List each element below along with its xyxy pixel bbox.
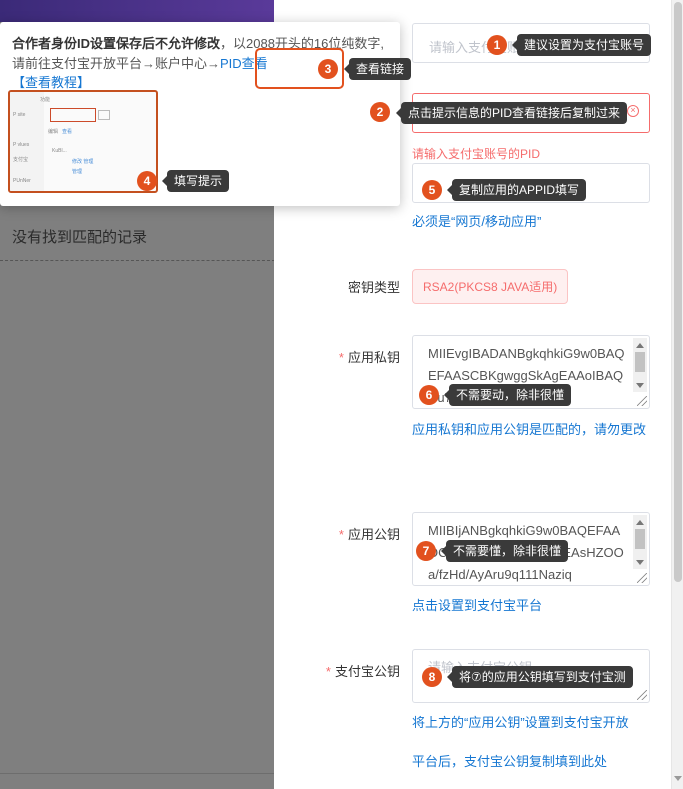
- textarea-scrollbar[interactable]: [633, 515, 647, 569]
- annotation-badge-2: 2: [370, 102, 390, 122]
- annotation-badge-3: 3: [318, 59, 338, 79]
- scroll-down-arrow-icon[interactable]: [674, 776, 682, 781]
- resize-grip-icon[interactable]: [637, 690, 647, 700]
- divider: [0, 773, 275, 774]
- annotation-badge-4: 4: [137, 171, 157, 191]
- annotation-bubble-3: 查看链接: [343, 58, 412, 80]
- drawer-scrollbar[interactable]: [671, 0, 683, 789]
- private-key-hint: 应用私钥和应用公钥是匹配的，请勿更改: [412, 422, 647, 437]
- page-header-bar: [0, 0, 275, 22]
- tutorial-link[interactable]: 【查看教程】: [12, 72, 90, 91]
- divider: [0, 260, 275, 261]
- annotation-bubble-5: 复制应用的APPID填写: [446, 179, 587, 201]
- annotation-badge-6: 6: [419, 385, 439, 405]
- error-circle-icon[interactable]: ×: [627, 105, 639, 117]
- empty-records-text: 没有找到匹配的记录: [12, 229, 148, 246]
- appid-hint: 必须是“网页/移动应用”: [412, 214, 542, 229]
- annotation-bubble-6: 不需要动，除非很懂: [443, 384, 572, 406]
- private-key-label: * 应用私钥: [338, 350, 400, 365]
- scrollbar-thumb[interactable]: [674, 2, 682, 582]
- annotation-badge-8: 8: [422, 667, 442, 687]
- alipay-key-hint-line2: 平台后，支付宝公钥复制填到此处: [412, 754, 608, 769]
- alipay-key-hint-line1: 将上方的“应用公钥”设置到支付宝开放: [412, 715, 629, 730]
- key-type-tag: RSA2(PKCS8 JAVA适用): [412, 269, 569, 304]
- resize-grip-icon[interactable]: [637, 573, 647, 583]
- annotation-badge-7: 7: [416, 541, 436, 561]
- annotation-bubble-8: 将⑦的应用公钥填写到支付宝测: [447, 666, 633, 688]
- alipay-key-label: * 支付宝公钥: [325, 664, 400, 679]
- tutorial-thumbnail: 功能 P site P vlues 支付宝 PUnNer 编辑 查看 KuBl.…: [8, 90, 158, 193]
- annotation-bubble-4: 填写提示: [161, 170, 230, 192]
- public-key-label: * 应用公钥: [338, 527, 400, 542]
- annotation-bubble-1: 建议设置为支付宝账号: [511, 34, 652, 56]
- key-type-label: 密钥类型: [347, 280, 400, 295]
- resize-grip-icon[interactable]: [637, 396, 647, 406]
- set-to-alipay-link[interactable]: 点击设置到支付宝平台: [412, 586, 542, 626]
- annotation-badge-5: 5: [422, 180, 442, 200]
- annotation-bubble-7: 不需要懂，除非很懂: [440, 540, 569, 562]
- annotation-badge-1: 1: [487, 35, 507, 55]
- pid-error-message: 请输入支付宝账号的PID: [412, 147, 541, 161]
- annotation-bubble-2: 点击提示信息的PID查看链接后复制过来: [395, 102, 628, 124]
- textarea-scrollbar[interactable]: [633, 338, 647, 392]
